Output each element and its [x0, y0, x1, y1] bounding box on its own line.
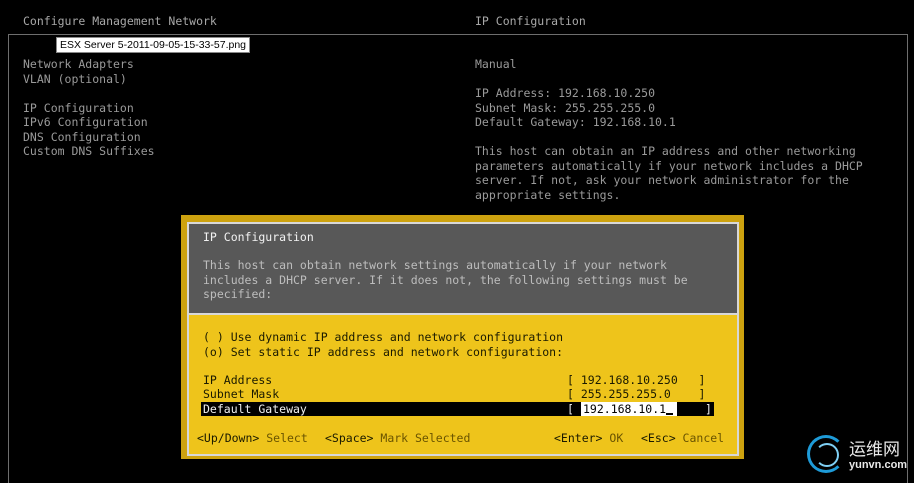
text-cursor [666, 402, 674, 415]
static-radio-option[interactable]: (o) Set static IP address and network co… [203, 345, 563, 359]
pane-title: IP Configuration [475, 14, 586, 28]
watermark-site-name: 运维网 [849, 440, 900, 460]
dialog-desc-line: includes a DHCP server. If it does not, … [203, 272, 688, 287]
menu-item-network-adapters[interactable]: Network Adapters [23, 57, 155, 72]
menu-item-custom-dns-suffixes[interactable]: Custom DNS Suffixes [23, 144, 155, 159]
ok-button[interactable]: <Enter> OK [554, 431, 623, 445]
default-gateway-label: Default Gateway [203, 402, 307, 416]
ok-text: OK [602, 431, 624, 445]
info-ip-address: IP Address: 192.168.10.250 [475, 86, 656, 100]
site-watermark: 运维网 yunvn.com [807, 433, 911, 479]
info-default-gateway: Default Gateway: 192.168.10.1 [475, 115, 676, 129]
default-gateway-value: 192.168.10.1 [583, 402, 667, 416]
screen-title: Configure Management Network [23, 14, 217, 28]
enter-key: <Enter> [554, 431, 603, 445]
field-bracket-close: ] [705, 402, 712, 416]
cancel-button[interactable]: <Esc> Cancel [641, 431, 724, 445]
dialog-desc-line: This host can obtain network settings au… [203, 258, 667, 272]
esc-key: <Esc> [641, 431, 676, 445]
watermark-url: yunvn.com [849, 459, 908, 471]
menu-item-vlan[interactable]: VLAN (optional) [23, 72, 155, 87]
up-down-key: <Up/Down> [197, 431, 260, 445]
hint-select-text: Select [259, 431, 308, 445]
filename-tooltip: ESX Server 5-2011-09-05-15-33-57.png [56, 37, 251, 53]
default-gateway-row[interactable]: Default Gateway [ 192.168.10.1 ] [201, 402, 714, 416]
info-desc-line: This host can obtain an IP address and o… [475, 144, 856, 158]
info-desc-line: parameters automatically if your network… [475, 158, 863, 173]
subnet-mask-field[interactable]: [ 255.255.255.0 ] [567, 387, 705, 401]
config-menu: Network Adapters VLAN (optional) IP Conf… [23, 57, 155, 159]
hint-select[interactable]: <Up/Down> Select [197, 431, 308, 445]
watermark-logo-inner-icon [815, 443, 839, 467]
ip-address-field[interactable]: [ 192.168.10.250 ] [567, 373, 705, 387]
menu-item-ip-configuration[interactable]: IP Configuration [23, 101, 155, 116]
menu-item-ipv6-configuration[interactable]: IPv6 Configuration [23, 115, 155, 130]
dhcp-radio-option[interactable]: ( ) Use dynamic IP address and network c… [203, 330, 563, 344]
ip-address-label: IP Address [203, 373, 273, 387]
subnet-mask-label: Subnet Mask [203, 387, 280, 401]
space-key: <Space> [325, 431, 374, 445]
menu-spacer [23, 86, 155, 101]
info-desc-line: appropriate settings. [475, 187, 621, 202]
info-desc-line: server. If not, ask your network adminis… [475, 173, 849, 187]
info-pane: Manual IP Address: 192.168.10.250 Subnet… [475, 57, 863, 202]
default-gateway-input[interactable]: 192.168.10.1 [581, 402, 677, 416]
dialog-desc-line: specified: [203, 287, 273, 301]
info-subnet-mask: Subnet Mask: 255.255.255.0 [475, 100, 656, 115]
field-bracket-open: [ [567, 402, 574, 416]
ip-mode: Manual [475, 57, 517, 71]
hint-mark-selected[interactable]: <Space> Mark Selected [325, 431, 470, 445]
cancel-text: Cancel [675, 431, 725, 445]
hint-mark-text: Mark Selected [373, 431, 471, 445]
menu-item-dns-configuration[interactable]: DNS Configuration [23, 130, 155, 145]
dialog-description: This host can obtain network settings au… [203, 258, 688, 302]
dialog-title: IP Configuration [203, 230, 314, 244]
